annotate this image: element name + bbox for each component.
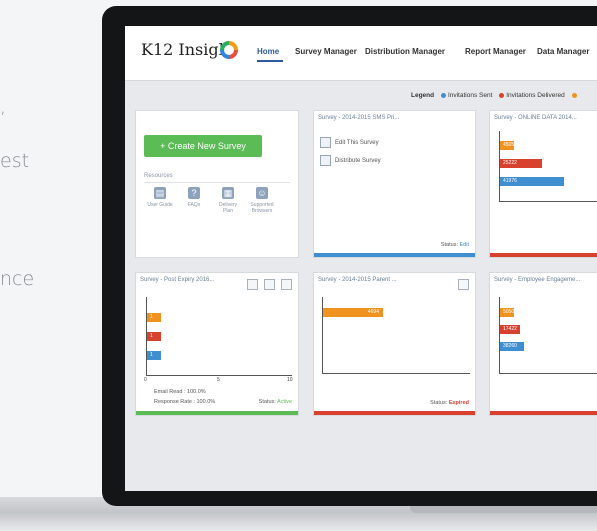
- resource-delivery-plan[interactable]: ▦ Delivery Plan: [214, 187, 242, 214]
- x-axis: [322, 373, 470, 374]
- card-toolbar: [241, 277, 292, 295]
- app-screen: K12 Insight Home Survey Manager Distribu…: [125, 26, 597, 491]
- browser-icon: ☺: [256, 187, 268, 199]
- distribute-icon[interactable]: [264, 279, 275, 290]
- card-title[interactable]: Survey - Post Expiry 2016...: [140, 277, 214, 283]
- legend-dot-sent: [440, 92, 446, 98]
- side-text-line-1: ,: [0, 96, 7, 118]
- bar-2[interactable]: 1: [147, 332, 161, 341]
- card-status-stripe: [314, 411, 475, 415]
- status-text: Status: Expired: [430, 400, 469, 406]
- response-rate: Response Rate : 100.0%: [154, 399, 216, 405]
- resources-divider: [144, 182, 290, 183]
- bar-3[interactable]: 1: [147, 351, 161, 360]
- resources-title: Resources: [144, 173, 173, 179]
- card-toolbar: [452, 277, 469, 295]
- bar-sent[interactable]: 38260: [500, 342, 524, 351]
- logo-ring-icon: [220, 41, 238, 59]
- email-read-rate: Email Read : 100.0%: [154, 389, 206, 395]
- chart-icon[interactable]: [281, 279, 292, 290]
- resource-user-guide[interactable]: ▤ User Guide: [146, 187, 174, 208]
- bar-third[interactable]: 5050: [500, 308, 514, 317]
- edit-icon: [320, 137, 331, 148]
- resource-faqs[interactable]: ? FAQs: [180, 187, 208, 208]
- create-new-survey-button[interactable]: + Create New Survey: [144, 135, 262, 157]
- link-label: Distribute Survey: [335, 158, 381, 165]
- resource-supported-browsers[interactable]: ☺ Supported Browsers: [248, 187, 276, 214]
- edit-survey-link[interactable]: Edit This Survey: [320, 137, 379, 148]
- status-label: Status:: [430, 400, 448, 406]
- status-value: Edit: [459, 242, 469, 248]
- bar-delivered[interactable]: 17422: [500, 325, 520, 334]
- survey-card-sms: Survey - 2014-2015 SMS Pri... Edit This …: [313, 110, 476, 258]
- legend-dot-delivered: [499, 92, 505, 98]
- chart-legend: Legend Invitations Sent Invitations Deli…: [411, 92, 579, 99]
- nav-report-manager[interactable]: Report Manager: [465, 47, 526, 56]
- link-label: Edit This Survey: [335, 140, 379, 147]
- card-title[interactable]: Survey - ONLINE DATA 2014...: [494, 115, 577, 121]
- nav-survey-manager[interactable]: Survey Manager: [295, 47, 357, 56]
- book-icon: ▤: [154, 187, 166, 199]
- x-tick: 0: [144, 377, 147, 383]
- status-text: Status: Active: [259, 399, 292, 405]
- status-value: Expired: [448, 400, 469, 406]
- status-label: Status:: [440, 242, 458, 248]
- card-title[interactable]: Survey - Employee Engageme...: [494, 277, 580, 283]
- top-navigation: K12 Insight Home Survey Manager Distribu…: [125, 26, 597, 81]
- status-value: Active: [277, 399, 292, 405]
- legend-label-sent: Invitations Sent: [447, 92, 493, 99]
- resource-label: Delivery Plan: [218, 202, 238, 214]
- bar-delivered[interactable]: 25222: [500, 159, 542, 168]
- question-icon: ?: [188, 187, 200, 199]
- distribute-survey-link[interactable]: Distribute Survey: [320, 155, 381, 166]
- card-status-stripe: [490, 411, 597, 415]
- x-tick: 10: [287, 377, 293, 383]
- bar-1[interactable]: 1: [147, 313, 161, 322]
- side-text-line-2: est: [0, 150, 30, 172]
- chart-icon[interactable]: [458, 279, 469, 290]
- bar-third[interactable]: 4505: [500, 141, 514, 150]
- side-text-line-3: nce: [0, 268, 35, 290]
- survey-card-parent: Survey - 2014-2015 Parent ... 4694 Statu…: [313, 272, 476, 416]
- x-axis: [499, 373, 597, 374]
- legend-dot-third: [571, 92, 577, 98]
- report-icon[interactable]: [247, 279, 258, 290]
- survey-card-post-expiry: Survey - Post Expiry 2016... 1 1 1 0 5 1…: [135, 272, 299, 416]
- nav-distribution-manager[interactable]: Distribution Manager: [365, 47, 445, 56]
- x-axis: [499, 201, 597, 202]
- x-axis: [146, 375, 292, 376]
- legend-label-delivered: Invitations Delivered: [506, 92, 565, 99]
- resource-label: Supported Browsers: [250, 202, 274, 214]
- distribute-icon: [320, 155, 331, 166]
- card-title[interactable]: Survey - 2014-2015 Parent ...: [318, 277, 397, 283]
- card-status-stripe: [490, 253, 597, 257]
- survey-card-employee-engagement: Survey - Employee Engageme... 5050 17422…: [489, 272, 597, 416]
- card-title[interactable]: Survey - 2014-2015 SMS Pri...: [318, 115, 399, 121]
- card-status-stripe: [314, 253, 475, 257]
- card-status-stripe: [136, 411, 298, 415]
- resource-label: User Guide: [147, 202, 173, 208]
- bar-sent[interactable]: 41976: [500, 177, 564, 186]
- status-text: Status: Edit: [441, 242, 469, 248]
- create-survey-card: + Create New Survey Resources ▤ User Gui…: [135, 110, 299, 258]
- bar-1[interactable]: 4694: [323, 308, 383, 317]
- nav-data-manager[interactable]: Data Manager: [537, 47, 589, 56]
- x-tick: 5: [217, 377, 220, 383]
- resource-label: FAQs: [187, 202, 201, 208]
- nav-active-indicator: [257, 60, 283, 62]
- laptop-notch: [410, 505, 597, 513]
- survey-card-online-data: Survey - ONLINE DATA 2014... 4505 25222 …: [489, 110, 597, 258]
- legend-title: Legend: [411, 92, 435, 99]
- document-icon: ▦: [222, 187, 234, 199]
- status-label: Status:: [258, 399, 276, 405]
- nav-home[interactable]: Home: [257, 47, 279, 56]
